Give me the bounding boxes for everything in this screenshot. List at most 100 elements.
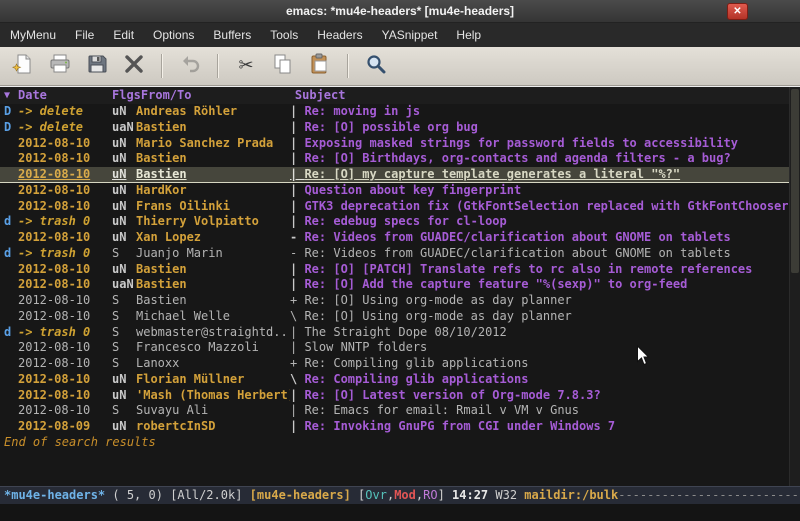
message-row[interactable]: 2012-08-10 uN Bastien | Re: [O] [PATCH] …: [0, 262, 789, 278]
column-header-from[interactable]: From/To: [141, 87, 295, 104]
message-row[interactable]: d-> trash 0 uN Thierry Volpiatto | Re: e…: [0, 214, 789, 230]
message-from: Bastien: [136, 167, 290, 183]
message-row[interactable]: d-> trash 0 S webmaster@straightd... | T…: [0, 325, 789, 341]
message-date: 2012-08-10: [18, 340, 112, 356]
message-flags: S: [112, 325, 136, 341]
header-line: ▼Date Flgs From/To Subject: [0, 87, 789, 104]
mode-line-segment: [All/2.0k]: [170, 488, 249, 502]
message-row[interactable]: 2012-08-10 uN 'Mash (Thomas Herbert) | R…: [0, 388, 789, 404]
thread-prefix: |: [290, 183, 304, 199]
message-flags: uN: [112, 214, 136, 230]
message-date: 2012-08-10: [18, 199, 112, 215]
message-row[interactable]: D-> delete uaN Bastien | Re: [O] possibl…: [0, 120, 789, 136]
thread-prefix: |: [290, 325, 304, 341]
message-list: D-> delete uN Andreas Röhler | Re: movin…: [0, 104, 789, 435]
message-row[interactable]: 2012-08-10 S Bastien + Re: [O] Using org…: [0, 293, 789, 309]
mode-line: *mu4e-headers* ( 5, 0) [All/2.0k] [mu4e-…: [0, 486, 800, 504]
message-row[interactable]: 2012-08-10 uN Bastien | Re: [O] Birthday…: [0, 151, 789, 167]
mode-line-segment: Mod: [394, 488, 416, 502]
message-row[interactable]: 2012-08-10 uN HardKor | Question about k…: [0, 183, 789, 199]
message-flags: S: [112, 293, 136, 309]
message-row[interactable]: 2012-08-10 S Michael Welle \ Re: [O] Usi…: [0, 309, 789, 325]
message-date: 2012-08-10: [18, 372, 112, 388]
message-row[interactable]: 2012-08-10 uN Bastien | Re: [O] my captu…: [0, 167, 789, 183]
message-flags: uN: [112, 419, 136, 435]
print-icon: [49, 53, 71, 80]
message-mark: D: [4, 104, 18, 120]
column-header-subject[interactable]: Subject: [295, 87, 789, 104]
print-button[interactable]: [45, 51, 75, 81]
message-from: Bastien: [136, 262, 290, 278]
copy-button[interactable]: [268, 51, 298, 81]
mode-line-segment: *mu4e-headers*: [4, 488, 105, 502]
cut-button[interactable]: ✂: [231, 51, 261, 81]
menu-tools[interactable]: Tools: [262, 24, 306, 46]
close-button[interactable]: ✕: [727, 3, 748, 20]
new-file-icon: [12, 53, 34, 80]
message-subject: Re: [O] possible org bug: [304, 120, 477, 136]
mode-line-segment: maildir:/bulk: [524, 488, 618, 502]
menu-buffers[interactable]: Buffers: [205, 24, 259, 46]
thread-prefix: \: [290, 372, 304, 388]
message-row[interactable]: 2012-08-10 uN Mario Sanchez Prada | Expo…: [0, 136, 789, 152]
message-mark: [4, 183, 18, 199]
thread-prefix: +: [290, 293, 304, 309]
menu-file[interactable]: File: [67, 24, 102, 46]
message-row[interactable]: 2012-08-10 uN Florian Müllner \ Re: Comp…: [0, 372, 789, 388]
column-header-date[interactable]: Date: [18, 87, 47, 104]
message-mark: [4, 262, 18, 278]
message-from: Frans Oilinki: [136, 199, 290, 215]
message-mark: d: [4, 325, 18, 341]
undo-button[interactable]: [175, 51, 205, 81]
menu-headers[interactable]: Headers: [309, 24, 370, 46]
message-date: 2012-08-10: [18, 167, 112, 183]
message-date: -> trash 0: [18, 246, 112, 262]
message-from: Suvayu Ali: [136, 403, 290, 419]
new-file-button[interactable]: [8, 51, 38, 81]
thread-prefix: \: [290, 309, 304, 325]
message-row[interactable]: d-> trash 0 S Juanjo Marin - Re: Videos …: [0, 246, 789, 262]
scrollbar-thumb[interactable]: [791, 89, 799, 273]
message-flags: uN: [112, 230, 136, 246]
message-flags: uaN: [112, 120, 136, 136]
toolbar-separator: [217, 54, 219, 78]
message-mark: d: [4, 246, 18, 262]
save-button[interactable]: [82, 51, 112, 81]
message-date: 2012-08-10: [18, 388, 112, 404]
menu-mymenu[interactable]: MyMenu: [2, 24, 64, 46]
message-row[interactable]: 2012-08-10 uaN Bastien | Re: [O] Add the…: [0, 277, 789, 293]
message-row[interactable]: 2012-08-10 S Francesco Mazzoli | Slow NN…: [0, 340, 789, 356]
message-row[interactable]: 2012-08-10 S Suvayu Ali | Re: Emacs for …: [0, 403, 789, 419]
message-row[interactable]: 2012-08-10 S Lanoxx + Re: Compiling glib…: [0, 356, 789, 372]
thread-prefix: |: [290, 136, 304, 152]
message-subject: Re: [O] [PATCH] Translate refs to rc als…: [304, 262, 752, 278]
thread-prefix: -: [290, 230, 304, 246]
thread-prefix: |: [290, 277, 304, 293]
message-flags: uN: [112, 388, 136, 404]
message-row[interactable]: D-> delete uN Andreas Röhler | Re: movin…: [0, 104, 789, 120]
menu-yasnippet[interactable]: YASnippet: [374, 24, 446, 46]
message-row[interactable]: 2012-08-09 uN robertcInSD | Re: Invoking…: [0, 419, 789, 435]
message-row[interactable]: 2012-08-10 uN Frans Oilinki | GTK3 depre…: [0, 199, 789, 215]
message-from: Thierry Volpiatto: [136, 214, 290, 230]
menu-edit[interactable]: Edit: [105, 24, 142, 46]
scrollbar[interactable]: [789, 87, 800, 486]
menu-options[interactable]: Options: [145, 24, 202, 46]
menu-help[interactable]: Help: [448, 24, 489, 46]
paste-button[interactable]: [305, 51, 335, 81]
message-mark: [4, 293, 18, 309]
mode-line-segment: [mu4e-headers]: [250, 488, 358, 502]
message-mark: [4, 199, 18, 215]
thread-prefix: |: [290, 214, 304, 230]
echo-area: [0, 504, 800, 521]
mode-line-segment: ]: [438, 488, 452, 502]
message-row[interactable]: 2012-08-10 uN Xan Lopez - Re: Videos fro…: [0, 230, 789, 246]
column-header-flags[interactable]: Flgs: [112, 87, 141, 104]
search-icon: [365, 53, 387, 80]
message-flags: uN: [112, 104, 136, 120]
search-button[interactable]: [361, 51, 391, 81]
kill-buffer-button[interactable]: [119, 51, 149, 81]
title-bar[interactable]: emacs: *mu4e-headers* [mu4e-headers] ✕: [0, 0, 800, 23]
sort-desc-icon[interactable]: ▼: [4, 87, 18, 104]
close-icon: ✕: [733, 6, 741, 17]
